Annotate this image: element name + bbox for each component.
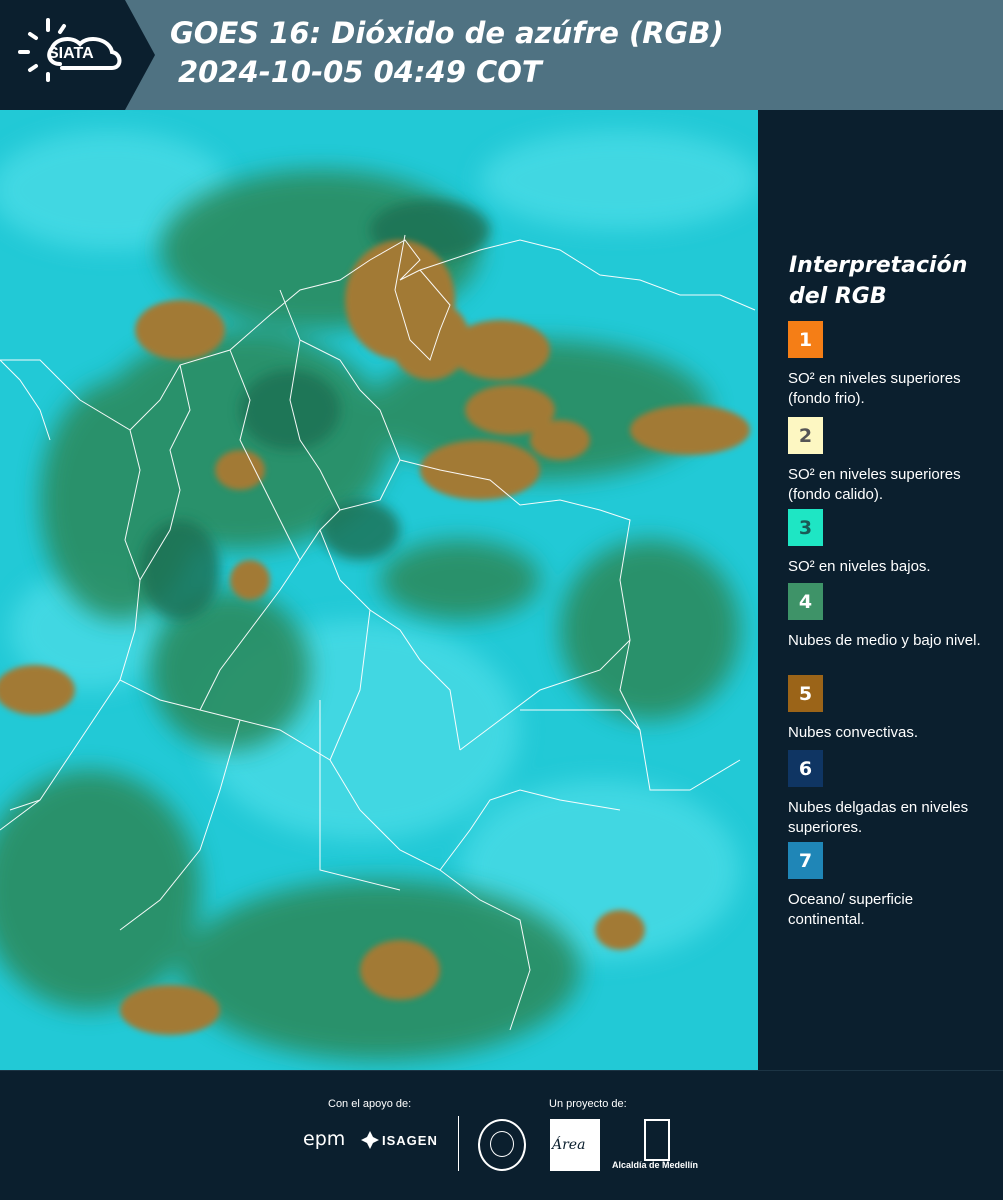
legend-label: Oceano/ superficie continental. (788, 891, 914, 928)
satellite-map (0, 110, 760, 1070)
page-title: GOES 16: Dióxido de azúfre (RGB) (170, 16, 724, 50)
alcaldia-shield-icon (644, 1119, 670, 1161)
legend-swatch: 1 (788, 321, 823, 358)
legend-swatch: 3 (788, 509, 823, 546)
isagen-logo-icon (361, 1131, 379, 1149)
timestamp: 2024-10-05 04:49 COT (178, 55, 542, 89)
header-bar: SIATA GOES 16: Dióxido de azúfre (RGB) 2… (0, 0, 1003, 110)
legend-panel: Interpretación del RGB 1 SO² en niveles … (762, 110, 1003, 1070)
legend-label: Nubes de medio y bajo nivel. (788, 632, 981, 649)
legend-label: SO² en niveles superiores (fondo frio). (788, 370, 961, 407)
project-label: Un proyecto de: (549, 1098, 627, 1110)
legend-label: SO² en niveles superiores (fondo calido)… (788, 466, 961, 503)
siata-logo-text: SIATA (48, 45, 94, 62)
legend-title: Interpretación del RGB (789, 253, 968, 309)
divider (458, 1116, 459, 1171)
epm-logo: epm (303, 1128, 346, 1150)
legend-label: Nubes delgadas en niveles superiores. (788, 799, 969, 836)
legend-swatch: 2 (788, 417, 823, 454)
legend-label: Nubes convectivas. (788, 724, 919, 741)
support-label: Con el apoyo de: (328, 1098, 412, 1110)
alcaldia-logo-text: Alcaldía de Medellín (612, 1160, 699, 1170)
metropolitan-seal-icon (478, 1119, 526, 1171)
legend-swatch: 6 (788, 750, 823, 787)
isagen-logo: ISAGEN (382, 1133, 438, 1148)
legend-swatch: 7 (788, 842, 823, 879)
footer: Con el apoyo de: Un proyecto de: epm ISA… (0, 1070, 1003, 1200)
siata-logo: SIATA (0, 0, 155, 110)
seal-inner (490, 1131, 514, 1157)
area-metropolitana-text: Área (552, 1137, 586, 1153)
legend-swatch: 5 (788, 675, 823, 712)
legend-swatch: 4 (788, 583, 823, 620)
legend-label: SO² en niveles bajos. (788, 558, 931, 575)
